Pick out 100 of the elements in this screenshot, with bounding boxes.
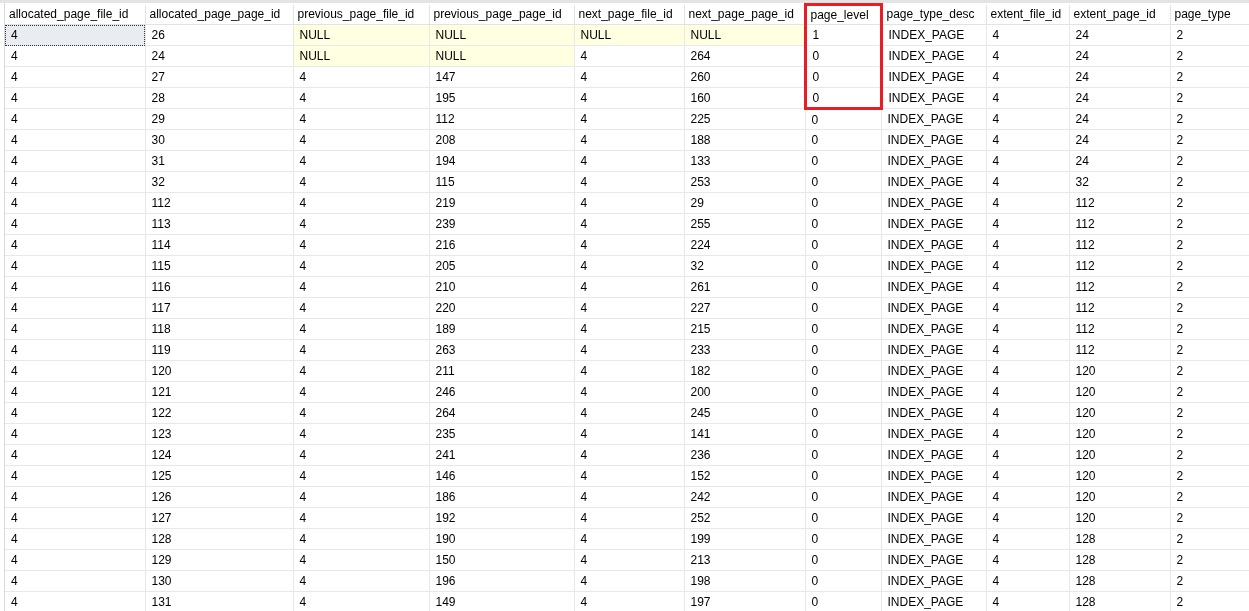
table-cell[interactable]: INDEX_PAGE [881,234,986,256]
table-cell[interactable]: 4 [5,528,145,550]
table-cell[interactable]: INDEX_PAGE [881,192,986,214]
table-cell[interactable]: 4 [986,339,1069,361]
table-cell[interactable]: 4 [293,339,429,361]
table-cell[interactable]: 0 [805,486,881,508]
table-cell[interactable]: 2 [1170,465,1249,487]
table-cell[interactable]: 0 [805,381,881,403]
table-cell[interactable]: 255 [684,213,805,235]
table-cell[interactable]: 112 [1069,318,1170,340]
table-cell[interactable]: INDEX_PAGE [881,87,986,109]
table-cell[interactable]: 4 [293,255,429,277]
table-cell[interactable]: 194 [429,150,574,172]
table-cell[interactable]: 0 [805,45,881,67]
table-cell[interactable]: 4 [574,507,684,529]
table-cell[interactable]: 4 [293,213,429,235]
table-cell[interactable]: 4 [574,171,684,193]
table-cell[interactable]: 0 [805,66,881,88]
table-cell[interactable]: 205 [429,255,574,277]
table-cell[interactable]: 4 [5,444,145,466]
table-cell[interactable]: INDEX_PAGE [881,24,986,46]
table-cell[interactable]: 2 [1170,381,1249,403]
table-cell[interactable]: INDEX_PAGE [881,591,986,611]
table-cell[interactable]: 0 [805,234,881,256]
table-cell[interactable]: 200 [684,381,805,403]
table-cell[interactable]: 141 [684,423,805,445]
table-cell[interactable]: 0 [805,150,881,172]
table-cell[interactable]: 260 [684,66,805,88]
table-cell[interactable]: 24 [1069,45,1170,67]
table-cell[interactable]: 213 [684,549,805,571]
table-cell[interactable]: 4 [986,570,1069,592]
table-cell[interactable]: 128 [145,528,293,550]
table-cell[interactable]: 4 [5,150,145,172]
table-cell[interactable]: 0 [805,339,881,361]
table-cell[interactable]: 4 [574,150,684,172]
table-cell[interactable]: 4 [986,234,1069,256]
table-cell[interactable]: INDEX_PAGE [881,66,986,88]
table-cell[interactable]: INDEX_PAGE [881,108,986,130]
table-cell[interactable]: 4 [293,549,429,571]
table-cell[interactable]: 112 [1069,192,1170,214]
table-cell[interactable]: 4 [574,45,684,67]
table-cell[interactable]: 4 [5,66,145,88]
table-cell[interactable]: 4 [574,591,684,611]
table-cell[interactable]: INDEX_PAGE [881,381,986,403]
table-cell[interactable]: 219 [429,192,574,214]
table-cell[interactable]: INDEX_PAGE [881,255,986,277]
table-cell[interactable]: 196 [429,570,574,592]
table-cell[interactable]: 120 [1069,486,1170,508]
table-cell[interactable]: 150 [429,549,574,571]
table-cell[interactable]: 4 [986,276,1069,298]
table-cell[interactable]: 112 [1069,213,1170,235]
table-cell[interactable]: 2 [1170,192,1249,214]
table-cell[interactable]: 120 [1069,360,1170,382]
table-cell[interactable]: INDEX_PAGE [881,276,986,298]
table-cell[interactable]: 0 [805,255,881,277]
table-cell[interactable]: 146 [429,465,574,487]
table-cell[interactable]: 24 [1069,108,1170,130]
table-cell[interactable]: INDEX_PAGE [881,318,986,340]
table-cell[interactable]: 124 [145,444,293,466]
table-cell[interactable]: 4 [574,360,684,382]
table-cell[interactable]: 122 [145,402,293,424]
table-cell[interactable]: 131 [145,591,293,611]
table-cell[interactable]: 112 [1069,297,1170,319]
table-cell[interactable]: 4 [986,87,1069,109]
table-cell[interactable]: 4 [293,66,429,88]
table-cell[interactable]: 4 [574,423,684,445]
column-header[interactable]: next_page_page_id [684,4,805,25]
table-cell[interactable]: 120 [1069,381,1170,403]
table-cell[interactable]: 4 [574,276,684,298]
table-cell[interactable]: INDEX_PAGE [881,150,986,172]
table-cell[interactable]: 130 [145,570,293,592]
table-cell[interactable]: 4 [5,360,145,382]
table-cell[interactable]: 24 [1069,24,1170,46]
table-cell[interactable]: 4 [293,87,429,109]
table-cell[interactable]: 112 [145,192,293,214]
table-cell[interactable]: 121 [145,381,293,403]
table-cell[interactable]: 4 [5,549,145,571]
table-cell[interactable]: 4 [5,87,145,109]
table-cell[interactable]: 115 [145,255,293,277]
column-header[interactable]: extent_page_id [1069,4,1170,25]
table-cell[interactable]: 2 [1170,108,1249,130]
table-cell[interactable]: INDEX_PAGE [881,444,986,466]
table-cell[interactable]: 2 [1170,87,1249,109]
table-cell[interactable]: 120 [1069,402,1170,424]
table-cell[interactable]: 2 [1170,297,1249,319]
table-cell[interactable]: 4 [986,444,1069,466]
table-cell[interactable]: 4 [574,297,684,319]
table-cell[interactable]: 2 [1170,24,1249,46]
table-cell[interactable]: 120 [1069,423,1170,445]
table-cell[interactable]: 2 [1170,339,1249,361]
table-cell[interactable]: 0 [805,591,881,611]
table-cell[interactable]: 4 [574,549,684,571]
table-cell[interactable]: 2 [1170,150,1249,172]
table-cell[interactable]: 197 [684,591,805,611]
table-cell[interactable]: INDEX_PAGE [881,45,986,67]
column-header[interactable]: previous_page_file_id [293,4,429,25]
table-cell[interactable]: INDEX_PAGE [881,570,986,592]
table-cell[interactable]: 263 [429,339,574,361]
column-header[interactable]: page_type [1170,4,1249,25]
table-cell[interactable]: 220 [429,297,574,319]
